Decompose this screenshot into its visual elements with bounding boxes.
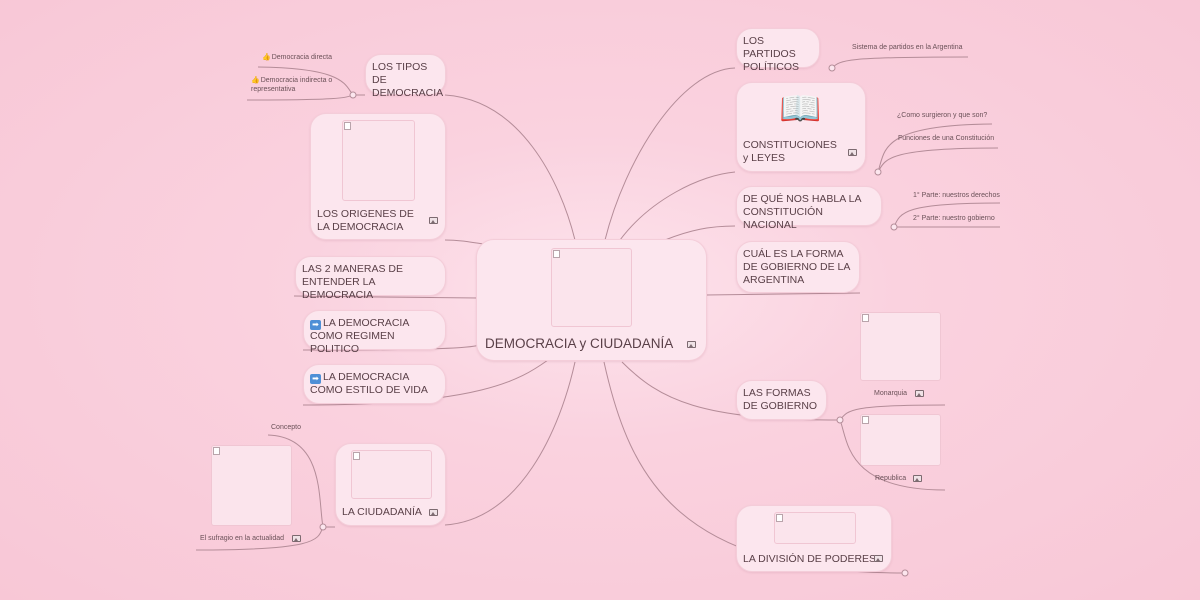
sufragio-image bbox=[211, 445, 292, 526]
node-regimen[interactable]: ➡ LA DEMOCRACIA COMO REGIMEN POLITICO bbox=[303, 310, 446, 355]
node-forma-label: CUÁL ES LA FORMA DE GOBIERNO DE LA ARGEN… bbox=[743, 248, 850, 286]
node-estilo[interactable]: ➡ LA DEMOCRACIA COMO ESTILO DE VIDA bbox=[303, 364, 446, 404]
image-icon[interactable] bbox=[913, 475, 922, 482]
node-ciudadania[interactable]: LA CIUDADANÍA bbox=[335, 443, 446, 526]
node-tipos-label: LOS TIPOS DE DEMOCRACIA bbox=[372, 61, 444, 99]
ciudadania-child-concepto[interactable]: Concepto bbox=[271, 423, 301, 432]
node-regimen-label: LA DEMOCRACIA COMO REGIMEN POLITICO bbox=[310, 317, 409, 355]
link-tipos bbox=[444, 94, 576, 241]
habla-child-derechos[interactable]: 1° Parte: nuestros derechos bbox=[913, 191, 1000, 200]
image-icon[interactable] bbox=[915, 390, 924, 397]
node-habla[interactable]: DE QUÉ NOS HABLA LA CONSTITUCIÓN NACIONA… bbox=[736, 186, 882, 231]
book-icon: 📖 bbox=[779, 90, 822, 128]
arrow-right-icon: ➡ bbox=[310, 320, 321, 330]
node-maneras-label: LAS 2 MANERAS DE ENTENDER LA DEMOCRACIA bbox=[302, 263, 403, 301]
node-forma[interactable]: CUÁL ES LA FORMA DE GOBIERNO DE LA ARGEN… bbox=[736, 241, 860, 293]
thumbs-up-icon: 👍 bbox=[251, 77, 260, 84]
node-origenes-label: LOS ORIGENES DE LA DEMOCRACIA bbox=[317, 208, 414, 233]
node-tipos[interactable]: LOS TIPOS DE DEMOCRACIA bbox=[365, 54, 446, 99]
node-origenes[interactable]: LOS ORIGENES DE LA DEMOCRACIA bbox=[310, 113, 446, 240]
link-forma bbox=[705, 292, 861, 296]
arrow-right-icon: ➡ bbox=[310, 374, 321, 384]
image-icon[interactable] bbox=[429, 217, 438, 224]
link-ciudadania bbox=[444, 361, 576, 526]
division-image bbox=[774, 512, 856, 544]
link-habla bbox=[664, 225, 736, 241]
link-constituciones bbox=[619, 171, 736, 241]
image-icon[interactable] bbox=[848, 149, 857, 156]
link-partidos bbox=[604, 67, 736, 241]
node-formas-label: LAS FORMAS DE GOBIERNO bbox=[743, 387, 818, 412]
image-icon[interactable] bbox=[429, 509, 438, 516]
constituciones-child-funciones[interactable]: Funciones de una Constitución bbox=[898, 134, 994, 143]
monarquia-image bbox=[860, 312, 941, 381]
thumbs-up-icon: 👍 bbox=[262, 54, 271, 61]
origenes-image bbox=[342, 120, 415, 201]
constituciones-child-surgieron[interactable]: ¿Como surgieron y que son? bbox=[897, 111, 987, 120]
image-icon[interactable] bbox=[874, 555, 883, 562]
image-icon[interactable] bbox=[292, 535, 301, 542]
ciudadania-child-sufragio[interactable]: El sufragio en la actualidad bbox=[200, 534, 284, 543]
center-title: DEMOCRACIA y CIUDADANÍA bbox=[485, 336, 674, 351]
ciudadania-image bbox=[351, 450, 432, 499]
node-maneras[interactable]: LAS 2 MANERAS DE ENTENDER LA DEMOCRACIA bbox=[295, 256, 446, 301]
node-habla-label: DE QUÉ NOS HABLA LA CONSTITUCIÓN NACIONA… bbox=[743, 193, 861, 231]
node-partidos-label: LOS PARTIDOS POLÍTICOS bbox=[743, 35, 800, 73]
center-image bbox=[551, 248, 632, 327]
partidos-child-sistema[interactable]: Sistema de partidos en la Argentina bbox=[852, 43, 963, 52]
center-node[interactable]: DEMOCRACIA y CIUDADANÍA bbox=[476, 239, 707, 361]
tipos-child-indirecta[interactable]: 👍Democracia indirecta o representativa bbox=[251, 76, 346, 94]
tipos-child-directa[interactable]: 👍Democracia directa bbox=[262, 53, 332, 62]
node-constituciones[interactable]: 📖 CONSTITUCIONES y LEYES bbox=[736, 82, 866, 172]
republica-image bbox=[860, 414, 941, 466]
node-division[interactable]: LA DIVISIÓN DE PODERES bbox=[736, 505, 892, 572]
habla-child-gobierno[interactable]: 2° Parte: nuestro gobierno bbox=[913, 214, 995, 223]
formas-child-monarquia[interactable]: Monarquia bbox=[874, 389, 907, 398]
node-constituciones-label: CONSTITUCIONES y LEYES bbox=[743, 139, 837, 164]
node-partidos[interactable]: LOS PARTIDOS POLÍTICOS bbox=[736, 28, 820, 73]
node-ciudadania-label: LA CIUDADANÍA bbox=[342, 506, 422, 518]
formas-child-republica[interactable]: Republica bbox=[875, 474, 906, 483]
node-formas[interactable]: LAS FORMAS DE GOBIERNO bbox=[736, 380, 827, 420]
node-estilo-label: LA DEMOCRACIA COMO ESTILO DE VIDA bbox=[310, 371, 428, 396]
node-division-label: LA DIVISIÓN DE PODERES bbox=[743, 553, 877, 565]
image-icon[interactable] bbox=[687, 341, 696, 348]
